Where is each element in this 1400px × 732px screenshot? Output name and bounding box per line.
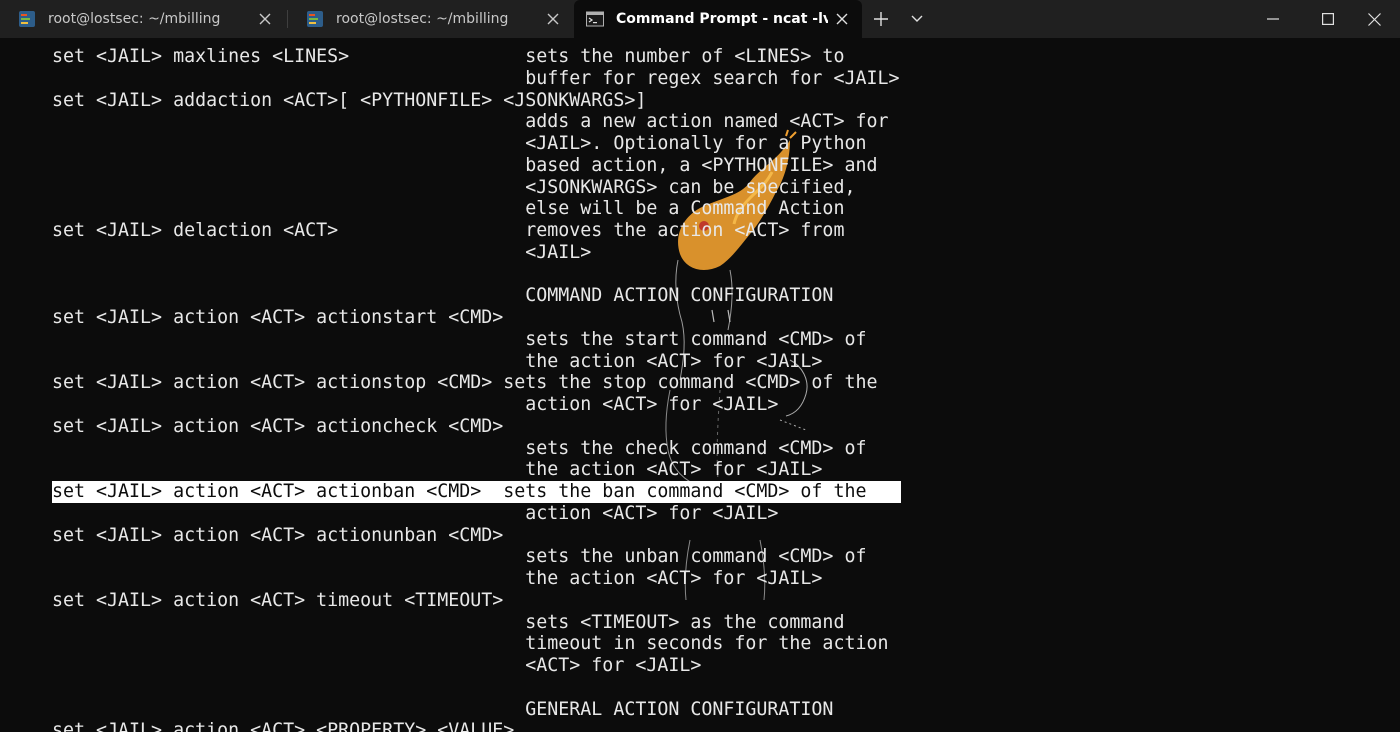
- terminal-line: the action <ACT> for <JAIL>: [52, 459, 823, 481]
- terminal-line: <JAIL>: [52, 241, 592, 263]
- tab-command-prompt[interactable]: Command Prompt - ncat -lvn: [574, 0, 862, 38]
- selected-terminal-line: set <JAIL> action <ACT> actionban <CMD> …: [52, 481, 901, 503]
- close-icon: [259, 13, 271, 25]
- plus-icon: [874, 12, 888, 26]
- terminal-line: <JSONKWARGS> can be specified,: [52, 176, 856, 198]
- terminal-line: action <ACT> for <JAIL>: [52, 502, 779, 524]
- terminal-line: sets the start command <CMD> of: [52, 328, 867, 350]
- minimize-icon: [1267, 18, 1279, 20]
- ubuntu-terminal-icon: [19, 11, 35, 27]
- terminal-line: else will be a Command Action: [52, 198, 845, 220]
- terminal-line: sets the check command <CMD> of: [52, 437, 867, 459]
- terminal-line: set <JAIL> action <ACT> timeout <TIMEOUT…: [52, 589, 504, 611]
- cmd-prompt-icon: [586, 11, 604, 27]
- tab-close-button[interactable]: [828, 5, 856, 33]
- maximize-button[interactable]: [1302, 0, 1354, 38]
- terminal-window: root@lostsec: ~/mbilling root@lostsec: ~…: [0, 0, 1400, 732]
- tab-bar: root@lostsec: ~/mbilling root@lostsec: ~…: [0, 0, 1400, 38]
- tab-title: root@lostsec: ~/mbilling: [336, 11, 509, 27]
- terminal-line: sets the unban command <CMD> of: [52, 546, 867, 568]
- tab-dropdown-button[interactable]: [902, 0, 932, 38]
- window-close-button[interactable]: [1348, 0, 1400, 38]
- terminal-line: action <ACT> for <JAIL>: [52, 394, 779, 415]
- terminal-line: sets <TIMEOUT> as the command: [52, 611, 845, 633]
- terminal-line: the action <ACT> for <JAIL>: [52, 350, 823, 372]
- terminal-line: the action <ACT> for <JAIL>: [52, 568, 823, 589]
- tab-ubuntu-2[interactable]: root@lostsec: ~/mbilling: [288, 0, 573, 38]
- ubuntu-terminal-icon: [307, 11, 323, 27]
- terminal-line: <JAIL>. Optionally for a Python: [52, 133, 867, 154]
- terminal-line: adds a new action named <ACT> for: [52, 111, 889, 133]
- close-icon: [547, 13, 559, 25]
- terminal-line: set <JAIL> action <ACT> actionstart <CMD…: [52, 307, 504, 328]
- terminal-line: set <JAIL> addaction <ACT>[ <PYTHONFILE>…: [52, 89, 647, 111]
- new-tab-button[interactable]: [866, 0, 896, 38]
- terminal-line: set <JAIL> action <ACT> actioncheck <CMD…: [52, 415, 504, 437]
- terminal-line: GENERAL ACTION CONFIGURATION: [52, 698, 834, 720]
- tab-title: root@lostsec: ~/mbilling: [48, 11, 221, 27]
- terminal-line: timeout in seconds for the action: [52, 633, 889, 655]
- tab-ubuntu-1[interactable]: root@lostsec: ~/mbilling: [0, 0, 285, 38]
- terminal-line: buffer for regex search for <JAIL>: [52, 67, 900, 89]
- terminal-line: set <JAIL> maxlines <LINES> sets the num…: [52, 46, 845, 67]
- minimize-button[interactable]: [1247, 0, 1299, 38]
- terminal-line: set <JAIL> action <ACT> <PROPERTY> <VALU…: [52, 720, 515, 732]
- terminal-output[interactable]: set <JAIL> maxlines <LINES> sets the num…: [0, 38, 1400, 732]
- close-icon: [1367, 12, 1381, 26]
- close-icon: [836, 13, 848, 25]
- tab-close-button[interactable]: [539, 5, 567, 33]
- tab-title: Command Prompt - ncat -lvn: [616, 11, 828, 27]
- terminal-line: set <JAIL> delaction <ACT> removes the a…: [52, 220, 845, 241]
- terminal-line: set <JAIL> action <ACT> actionstop <CMD>…: [52, 372, 878, 394]
- tab-close-button[interactable]: [251, 5, 279, 33]
- terminal-line: <ACT> for <JAIL>: [52, 655, 702, 676]
- terminal-line: based action, a <PYTHONFILE> and: [52, 154, 878, 176]
- maximize-icon: [1322, 13, 1334, 25]
- terminal-line: set <JAIL> action <ACT> actionunban <CMD…: [52, 524, 504, 546]
- terminal-line: COMMAND ACTION CONFIGURATION: [52, 285, 834, 307]
- chevron-down-icon: [911, 15, 923, 22]
